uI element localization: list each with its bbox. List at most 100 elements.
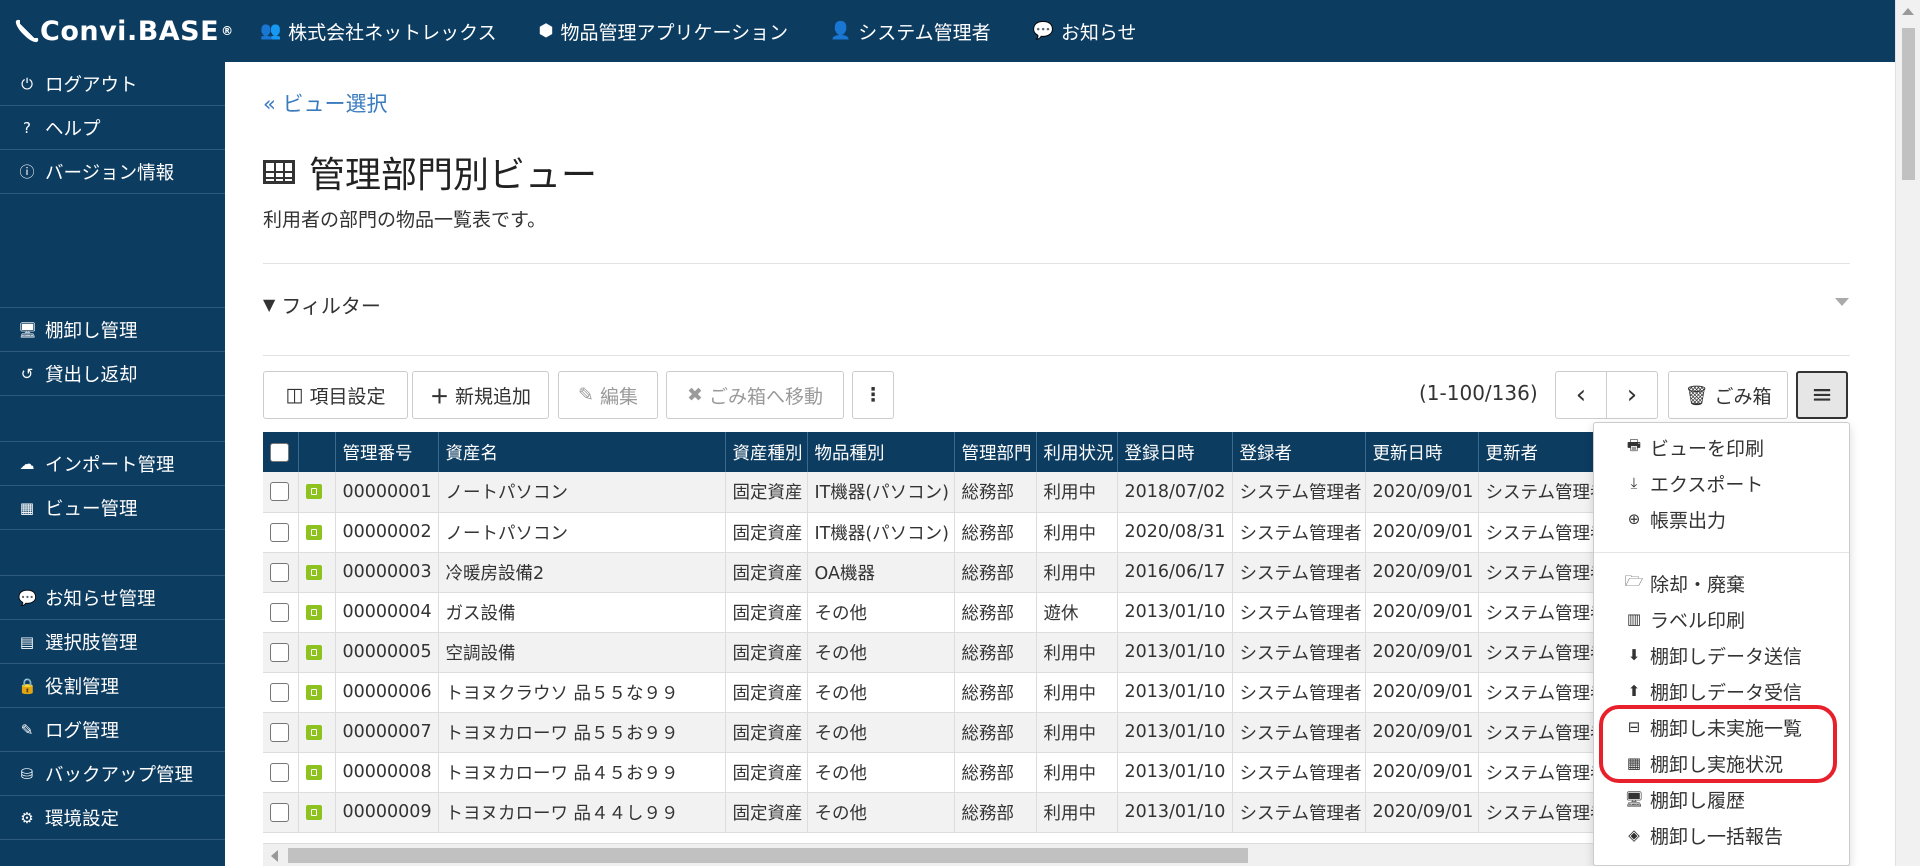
row-lock-cell [298,592,336,633]
filter-toggle[interactable]: ▼ フィルター [263,290,381,319]
row-checkbox[interactable] [270,562,289,582]
table-row[interactable]: 00000004 ガス設備 固定資産 その他 総務部 遊休 2013/01/10 システム管理… [263,592,1629,633]
table-cell: IT機器(パソコン) [807,512,955,553]
sidebar-item-help[interactable]: ? ヘルプ [0,106,225,150]
sidebar-item-options[interactable]: ▤ 選択肢管理 [0,620,225,664]
sidebar-item-notice[interactable]: 💬 お知らせ管理 [0,576,225,620]
sidebar-item-inventory[interactable]: 🖥 棚卸し管理 [0,308,225,352]
menu-item-inventory-history[interactable]: 🖥 棚卸し履歴 [1594,781,1849,817]
table-row[interactable]: 00000006 トヨヌクラウソ 品５５な９９ 固定資産 その他 総務部 利用中 2013/… [263,672,1629,713]
back-to-view-select-link[interactable]: « ビュー選択 [263,88,388,118]
lock-icon: 🔒 [18,676,37,695]
column-header[interactable]: 利用状況 [1036,432,1118,472]
lock-icon[interactable] [305,804,322,820]
scroll-left-icon[interactable] [271,850,278,862]
more-actions-button[interactable]: ⋮ [852,371,894,419]
table-row[interactable]: 00000009 トヨヌカローワ 品４４し９９ 固定資産 その他 総務部 利用中 2013/… [263,792,1629,833]
table-cell: 2013/01/10 [1117,592,1233,633]
edit-button[interactable]: ✎ 編集 [558,371,658,419]
lock-icon[interactable] [305,724,322,740]
menu-item-inventory-bulk-report[interactable]: ◈ 棚卸し一括報告 [1594,817,1849,853]
row-lock-cell [298,672,336,713]
sidebar-item-backup[interactable]: ⛁ バックアップ管理 [0,752,225,796]
column-settings-button[interactable]: ◫ 項目設定 [263,371,408,419]
table-row[interactable]: 00000003 冷暖房設備2 固定資産 OA機器 総務部 利用中 2016/06/17 シス… [263,552,1629,593]
sidebar-item-version[interactable]: ⓘ バージョン情報 [0,150,225,194]
sidebar-item-logs[interactable]: ✎ ログ管理 [0,708,225,752]
menu-button[interactable]: ≡ [1796,371,1848,419]
lock-icon[interactable] [305,684,322,700]
row-checkbox[interactable] [270,762,289,782]
sidebar-spacer [0,530,225,576]
nav-notifications[interactable]: 💬 お知らせ [1033,18,1137,45]
sidebar-item-logout[interactable]: ⏻ ログアウト [0,62,225,106]
table-cell: 00000003 [335,552,439,593]
menu-item-export[interactable]: ⤓ エクスポート [1594,465,1849,501]
table-cell: トヨヌクラウソ 品５５な９９ [438,672,726,713]
table-row[interactable]: 00000002 ノートパソコン 固定資産 IT機器(パソコン) 総務部 利用中 2020/… [263,512,1629,553]
trash-button[interactable]: 🗑 ごみ箱 [1668,371,1788,419]
lock-icon[interactable] [305,644,322,660]
sidebar-item-roles[interactable]: 🔒 役割管理 [0,664,225,708]
menu-item-inventory-send[interactable]: ⬇ 棚卸しデータ送信 [1594,637,1849,673]
user-icon: 👤 [830,21,852,41]
table-row[interactable]: 00000007 トヨヌカローワ 品５５お９９ 固定資産 その他 総務部 利用中 2013/… [263,712,1629,753]
column-header[interactable]: 登録日時 [1117,432,1233,472]
scroll-up-icon[interactable] [1902,8,1914,15]
sidebar-item-lending[interactable]: ↺ 貸出し返却 [0,352,225,396]
menu-item-inventory-status[interactable]: ▦ 棚卸し実施状況 [1594,745,1849,781]
menu-item-disposal[interactable]: 🗁 除却・廃棄 [1594,565,1849,601]
add-new-button[interactable]: ＋ 新規追加 [412,371,549,419]
lock-icon[interactable] [305,604,322,620]
menu-item-print-view[interactable]: 🖶 ビューを印刷 [1594,429,1849,465]
column-header[interactable]: 物品種別 [807,432,955,472]
row-checkbox[interactable] [270,482,289,502]
brand-logo[interactable]: Convi.BASE ® [0,0,233,62]
row-checkbox[interactable] [270,602,289,622]
nav-user[interactable]: 👤 システム管理者 [830,18,991,45]
lock-icon[interactable] [305,564,322,580]
column-header[interactable]: 資産名 [438,432,726,472]
table-row[interactable]: 00000001 ノートパソコン 固定資産 IT機器(パソコン) 総務部 利用中 2018/… [263,472,1629,513]
table-cell: 固定資産 [725,592,808,633]
scrollbar-thumb[interactable] [1902,28,1915,180]
column-header[interactable]: 管理番号 [335,432,439,472]
menu-item-label-print[interactable]: ▥ ラベル印刷 [1594,601,1849,637]
row-checkbox[interactable] [270,642,289,662]
prev-page-button[interactable]: ‹ [1555,371,1607,419]
nav-application[interactable]: ⬢ 物品管理アプリケーション [539,18,788,45]
table-cell: 総務部 [954,712,1037,753]
sidebar-item-settings[interactable]: ⚙ 環境設定 [0,796,225,840]
column-header[interactable]: 資産種別 [725,432,808,472]
column-header[interactable]: 登録者 [1232,432,1366,472]
nav-company[interactable]: 👥 株式会社ネットレックス [260,18,497,45]
move-to-trash-button[interactable]: ✖ ごみ箱へ移動 [666,371,844,419]
menu-item-report-output[interactable]: ⊕ 帳票出力 [1594,501,1849,537]
column-header[interactable]: 管理部門 [954,432,1037,472]
page-scrollbar[interactable] [1895,0,1920,866]
menu-item-inventory-unchecked-list[interactable]: ⊟ 棚卸し未実施一覧 [1594,709,1849,745]
column-header[interactable]: 更新日時 [1365,432,1479,472]
filter-caret-icon[interactable] [1835,298,1849,306]
table-row[interactable]: 00000008 トヨヌカローワ 品４５お９９ 固定資産 その他 総務部 利用中 2013/… [263,752,1629,793]
lock-icon[interactable] [305,764,322,780]
scrollbar-thumb[interactable] [288,848,1248,863]
sidebar-item-label: バックアップ管理 [45,764,194,786]
row-checkbox[interactable] [270,682,289,702]
table-cell: システム管理者 [1232,552,1366,593]
row-checkbox[interactable] [270,522,289,542]
sidebar-item-view[interactable]: ▦ ビュー管理 [0,486,225,530]
page-title-text: 管理部門別ビュー [309,155,598,196]
row-checkbox[interactable] [270,722,289,742]
lock-icon[interactable] [305,524,322,540]
arrow-circle-down-icon: ⬇ [1627,646,1641,664]
row-checkbox[interactable] [270,802,289,822]
select-all-checkbox[interactable] [270,442,289,462]
menu-item-inventory-receive[interactable]: ⬆ 棚卸しデータ受信 [1594,673,1849,709]
sidebar-item-import[interactable]: ☁ インポート管理 [0,442,225,486]
arrow-circle-up-icon: ⬆ [1627,682,1641,700]
lock-icon[interactable] [305,484,322,500]
table-row[interactable]: 00000005 空調設備 固定資産 その他 総務部 利用中 2013/01/10 システム管… [263,632,1629,673]
row-select-cell [263,752,299,793]
next-page-button[interactable]: › [1606,371,1658,419]
